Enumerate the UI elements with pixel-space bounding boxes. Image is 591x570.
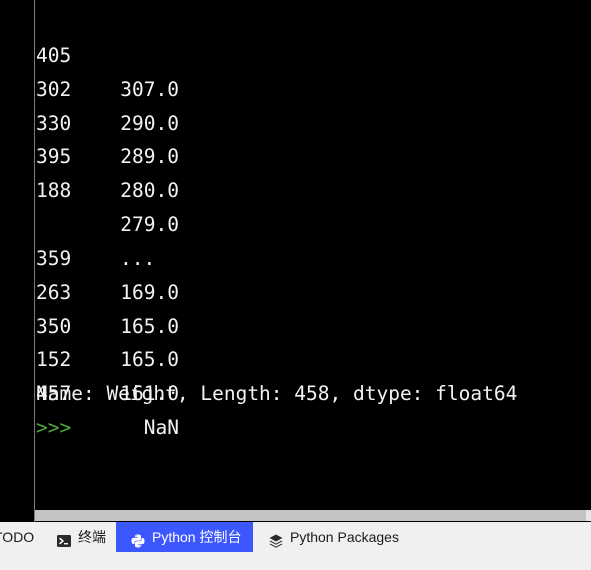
- scrollbar-track-end: [586, 510, 591, 521]
- console-output[interactable]: 405 307.0 302 290.0 330 289.0 395 280.0 …: [36, 5, 591, 510]
- row-value: NaN: [143, 416, 179, 440]
- series-row: 359 169.0: [36, 208, 591, 304]
- layers-icon: [268, 529, 284, 548]
- row-index: 457: [36, 382, 72, 406]
- status-bar: [0, 552, 591, 570]
- series-row: 263 165.0: [36, 242, 591, 338]
- terminal-icon: [56, 529, 72, 547]
- tab-todo-label: TODO: [0, 529, 35, 545]
- series-row: 152 161.0: [36, 310, 591, 405]
- series-row: 302 290.0: [36, 39, 591, 135]
- series-row: 405 307.0: [36, 5, 591, 101]
- tab-terminal[interactable]: 终端: [50, 522, 112, 552]
- python-icon: [130, 529, 146, 548]
- console-gutter-divider: [34, 0, 35, 522]
- series-ellipsis-row: ...: [36, 174, 591, 270]
- series-row: 395 280.0: [36, 107, 591, 202]
- series-row: 330 289.0: [36, 73, 591, 169]
- tab-python-console[interactable]: Python 控制台: [116, 522, 253, 552]
- series-row: 457 NaN: [36, 343, 591, 439]
- python-console-window: 405 307.0 302 290.0 330 289.0 395 280.0 …: [0, 0, 591, 570]
- tab-python-packages[interactable]: Python Packages: [260, 522, 410, 552]
- series-row: 188 279.0: [36, 140, 591, 236]
- tab-python-console-label: Python 控制台: [152, 529, 242, 545]
- tool-window-tabbar: TODO 终端 Python 控制台: [0, 522, 591, 552]
- series-row: 350 165.0: [36, 276, 591, 372]
- horizontal-scrollbar[interactable]: [35, 510, 591, 521]
- tab-python-packages-label: Python Packages: [290, 529, 399, 545]
- tab-todo[interactable]: TODO: [0, 522, 36, 552]
- tab-terminal-label: 终端: [78, 529, 106, 545]
